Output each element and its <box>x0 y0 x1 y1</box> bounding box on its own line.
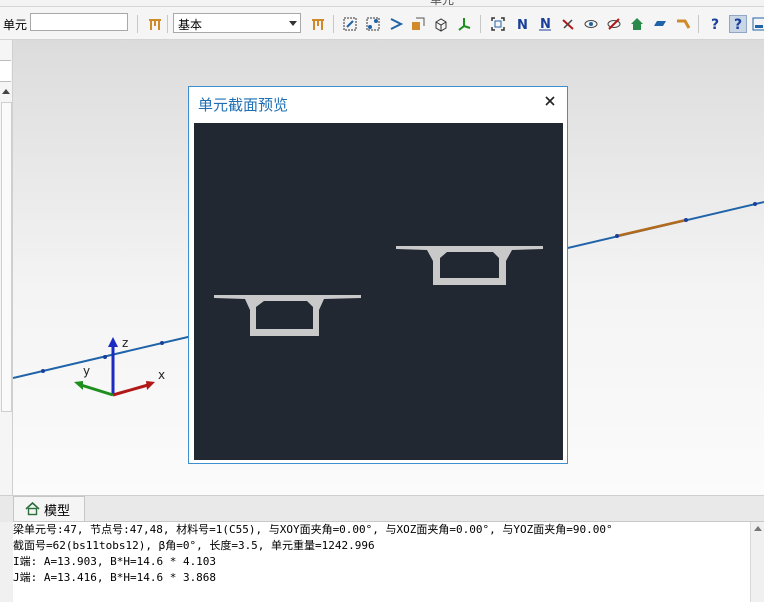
output-line: 截面号=62(bs11tobs12), β角=0°, 长度=3.5, 单元重量=… <box>13 539 375 552</box>
output-line: J端: A=13.416, B*H=14.6 * 3.868 <box>13 571 217 584</box>
cross-section-j-end <box>396 246 543 285</box>
axis-z-label: z <box>122 336 128 350</box>
element-label: 单元 <box>3 18 28 32</box>
zoom-fit-icon[interactable] <box>489 15 507 33</box>
toolbar-separator <box>137 15 138 33</box>
scroll-up-icon[interactable] <box>754 526 762 531</box>
node[interactable] <box>615 234 619 238</box>
svg-text:?: ? <box>711 17 719 32</box>
toolbar-separator <box>167 15 168 33</box>
mode-select[interactable]: 基本 <box>173 13 301 33</box>
left-panel <box>0 40 13 495</box>
node[interactable] <box>41 369 45 373</box>
cross-section-i-end <box>214 295 361 336</box>
tab-model-label: 模型 <box>44 503 71 519</box>
left-panel-scrollbar[interactable] <box>1 102 12 412</box>
hide-icon[interactable] <box>559 15 577 33</box>
scroll-up-icon[interactable] <box>2 89 10 94</box>
home-view-icon[interactable] <box>628 15 646 33</box>
dialog-title: 单元截面预览 <box>198 96 289 114</box>
node[interactable] <box>684 218 688 222</box>
layout-icon[interactable] <box>751 15 764 33</box>
help-icon[interactable]: ? <box>706 15 724 33</box>
pipe-icon[interactable] <box>674 15 692 33</box>
eye-slash-icon[interactable] <box>605 15 623 33</box>
toolbar: 单元 基本 N N ? ? <box>0 7 764 40</box>
chevron-down-icon <box>289 21 297 26</box>
toolbar-separator <box>698 15 699 33</box>
output-line: I端: A=13.903, B*H=14.6 * 4.103 <box>13 555 217 568</box>
box-select-icon[interactable] <box>409 15 427 33</box>
select-element-icon[interactable] <box>341 15 359 33</box>
output-scrollbar[interactable] <box>750 522 764 602</box>
show-all-icon[interactable] <box>582 15 600 33</box>
mode-select-value: 基本 <box>178 18 203 32</box>
table-icon[interactable] <box>146 15 164 33</box>
node[interactable] <box>753 202 757 206</box>
axis-y-label: y <box>83 364 90 378</box>
left-panel-header <box>0 60 11 82</box>
help-context-icon[interactable]: ? <box>729 15 747 33</box>
svg-text:?: ? <box>734 17 742 32</box>
plane-icon[interactable] <box>651 15 669 33</box>
bottom-tab-bar: 模型 <box>0 495 764 522</box>
node-number-icon[interactable]: N <box>513 15 531 33</box>
home-icon <box>25 502 40 516</box>
svg-text:N: N <box>517 18 528 32</box>
close-icon[interactable] <box>543 94 557 108</box>
axis-icon[interactable] <box>455 15 473 33</box>
table-icon[interactable] <box>309 15 327 33</box>
output-line: 梁单元号:47, 节点号:47,48, 材料号=1(C55), 与XOY面夹角=… <box>13 523 613 536</box>
toolbar-separator <box>333 15 334 33</box>
tab-model[interactable]: 模型 <box>13 496 85 521</box>
section-3d-icon[interactable] <box>432 15 450 33</box>
axis-x-label: x <box>158 368 165 382</box>
node[interactable] <box>160 341 164 345</box>
node[interactable] <box>103 355 107 359</box>
select-path-icon[interactable] <box>387 15 405 33</box>
output-panel[interactable]: 梁单元号:47, 节点号:47,48, 材料号=1(C55), 与XOY面夹角=… <box>13 521 764 602</box>
select-node-icon[interactable] <box>364 15 382 33</box>
element-input[interactable] <box>30 13 128 31</box>
section-preview-canvas <box>194 123 563 460</box>
toolbar-separator <box>480 15 481 33</box>
element-number-icon[interactable]: N <box>536 15 554 33</box>
window-title: 单元 <box>0 0 764 7</box>
selected-element-segment[interactable] <box>616 218 687 238</box>
section-preview-dialog: 单元截面预览 <box>188 86 568 464</box>
